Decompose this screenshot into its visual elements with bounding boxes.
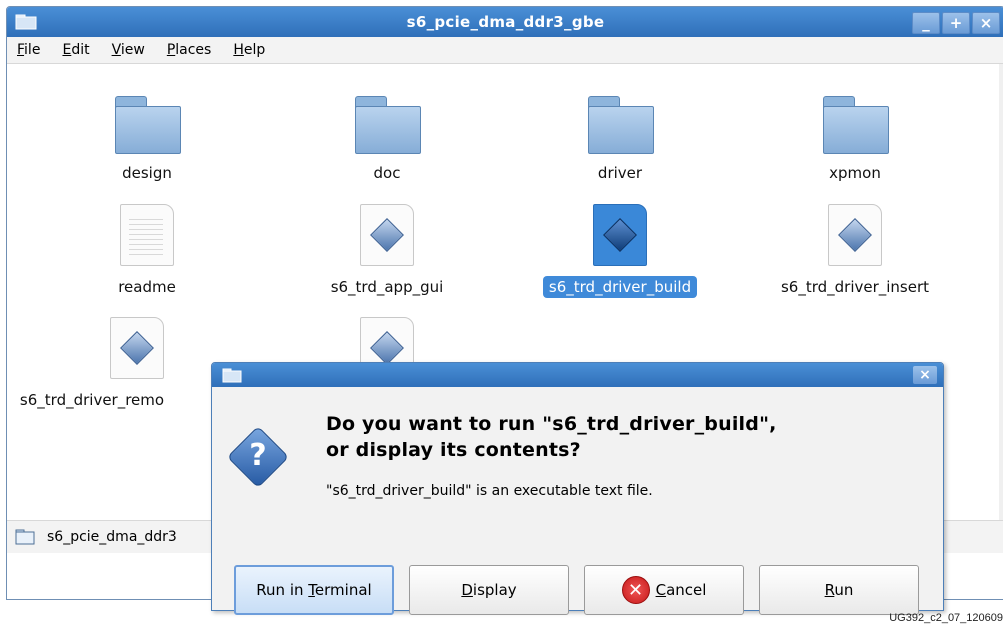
folder-icon — [115, 96, 181, 154]
folder-icon — [222, 368, 242, 383]
script-file-icon — [110, 317, 164, 379]
script-file-icon — [360, 204, 414, 266]
close-icon[interactable]: × — [913, 366, 937, 384]
file-item-xpmon[interactable]: xpmon — [745, 96, 965, 184]
folder-icon — [588, 96, 654, 154]
folder-icon — [355, 96, 421, 154]
minimize-icon[interactable]: _ — [912, 12, 940, 34]
menu-places[interactable]: Places — [167, 42, 212, 58]
scrollbar[interactable] — [999, 64, 1003, 520]
menu-view[interactable]: View — [112, 42, 145, 58]
text-file-icon — [120, 204, 174, 266]
file-item-s6-trd-app-gui[interactable]: s6_trd_app_gui — [277, 204, 497, 298]
window-title: s6_pcie_dma_ddr3_gbe — [406, 13, 605, 31]
file-label: s6_trd_driver_insert — [780, 278, 930, 296]
file-label: xpmon — [829, 164, 881, 182]
location-text[interactable]: s6_pcie_dma_ddr3 — [47, 529, 177, 545]
file-label: readme — [118, 278, 176, 296]
file-item-design[interactable]: design — [37, 96, 257, 184]
script-file-icon — [593, 204, 647, 266]
dialog-heading: Do you want to run "s6_trd_driver_build"… — [326, 413, 777, 461]
folder-icon — [15, 529, 35, 545]
window-titlebar[interactable]: s6_pcie_dma_ddr3_gbe _ + × — [7, 7, 1003, 37]
file-label: s6_trd_app_gui — [330, 278, 444, 296]
file-label: doc — [373, 164, 401, 182]
script-file-icon — [828, 204, 882, 266]
cancel-button[interactable]: ✕ Cancel — [584, 565, 744, 615]
menu-help[interactable]: Help — [233, 42, 265, 58]
file-item-s6-trd-driver-insert[interactable]: s6_trd_driver_insert — [745, 204, 965, 298]
question-mark: ? — [249, 438, 267, 473]
close-icon[interactable]: × — [972, 12, 1000, 34]
menu-edit[interactable]: Edit — [62, 42, 89, 58]
dialog-subtext: "s6_trd_driver_build" is an executable t… — [326, 483, 653, 499]
menubar: File Edit View Places Help — [7, 37, 1003, 64]
file-item-driver[interactable]: driver — [510, 96, 730, 184]
file-label-selected: s6_trd_driver_build — [542, 276, 698, 298]
run-button[interactable]: Run — [759, 565, 919, 615]
menu-file[interactable]: File — [17, 42, 40, 58]
maximize-icon[interactable]: + — [942, 12, 970, 34]
file-label: design — [122, 164, 172, 182]
dialog-titlebar[interactable]: × — [212, 363, 943, 387]
folder-icon — [823, 96, 889, 154]
cancel-icon: ✕ — [621, 576, 650, 604]
file-item-readme[interactable]: readme — [37, 204, 257, 298]
file-item-doc[interactable]: doc — [277, 96, 497, 184]
file-item-s6-trd-driver-build[interactable]: s6_trd_driver_build — [510, 204, 730, 298]
display-button[interactable]: Display — [409, 565, 569, 615]
run-or-display-dialog: × ? Do you want to run "s6_trd_driver_bu… — [211, 362, 944, 615]
figure-caption: UG392_c2_07_120609 — [889, 612, 1003, 624]
run-in-terminal-button[interactable]: Run in Terminal — [234, 565, 394, 615]
file-label: driver — [597, 164, 643, 182]
file-label: s6_trd_driver_remo — [19, 391, 165, 409]
